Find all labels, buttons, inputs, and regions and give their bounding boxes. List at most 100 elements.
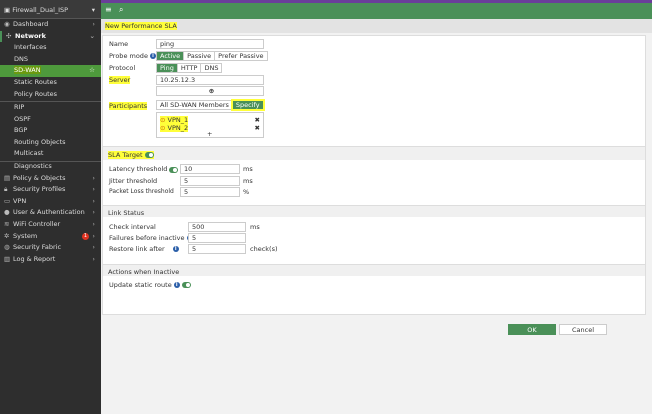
chevron-right-icon: › (92, 254, 95, 263)
probe-passive[interactable]: Passive (184, 52, 216, 60)
add-server-button[interactable]: ⊕ (156, 86, 264, 96)
restore-input[interactable]: 5 (188, 244, 246, 254)
jitter-label: Jitter threshold (109, 177, 158, 185)
server-label: Server (109, 76, 131, 84)
sidebar-item-multicast[interactable]: Multicast (0, 148, 101, 160)
members-list[interactable]: ⊙ VPN_1 ✖ ⊙ VPN_2 ✖ + (156, 112, 264, 138)
probe-active[interactable]: Active (157, 52, 185, 60)
sidebar-item-dashboard[interactable]: ◉ Dashboard › (0, 19, 101, 31)
sidebar-item-wifi[interactable]: ≋ WiFi Controller › (0, 219, 101, 231)
protocol-http[interactable]: HTTP (178, 64, 202, 72)
chart-icon: ▥ (4, 254, 11, 263)
chevron-right-icon: › (92, 196, 95, 205)
add-member-icon[interactable]: + (207, 130, 212, 138)
chevron-right-icon: › (92, 173, 95, 182)
restore-unit: check(s) (250, 245, 278, 253)
participants-all[interactable]: All SD-WAN Members (157, 101, 233, 109)
vpn-icon: ⊙ (160, 124, 168, 132)
chevron-right-icon: › (92, 185, 95, 194)
dropdown-icon: ▾ (91, 6, 95, 14)
info-icon: i (173, 282, 180, 288)
name-input[interactable]: ping (156, 39, 264, 49)
wifi-icon: ≋ (4, 220, 10, 228)
remove-icon[interactable]: ✖ (255, 116, 260, 124)
jitter-input[interactable]: 5 (180, 176, 240, 186)
device-icon: ▣ (4, 6, 13, 14)
sidebar-item-static-routes[interactable]: Static Routes (0, 77, 101, 89)
policy-icon: ▤ (4, 173, 11, 182)
sidebar-item-ospf[interactable]: OSPF (0, 114, 101, 126)
check-interval-label: Check interval (109, 223, 156, 231)
fabric-icon: ◍ (4, 243, 10, 252)
jitter-unit: ms (243, 177, 253, 185)
server-input[interactable]: 10.25.12.3 (156, 75, 264, 85)
sidebar-item-bgp[interactable]: BGP (0, 125, 101, 137)
latency-toggle[interactable] (169, 167, 178, 173)
cancel-button[interactable]: Cancel (559, 324, 607, 335)
update-static-route-label: Update static route i (109, 281, 191, 289)
sidebar-item-dns[interactable]: DNS (0, 54, 101, 66)
protocol-label: Protocol (109, 64, 136, 72)
notification-badge: 1 (82, 232, 89, 240)
packet-loss-label: Packet Loss threshold (109, 188, 174, 195)
restore-label: Restore link after i (109, 245, 179, 253)
probe-prefer-passive[interactable]: Prefer Passive (215, 52, 266, 60)
failures-input[interactable]: 5 (188, 233, 246, 243)
sidebar-item-diagnostics[interactable]: Diagnostics (0, 161, 101, 173)
page-title: New Performance SLA (105, 22, 177, 30)
chevron-right-icon: › (92, 243, 95, 252)
sidebar-item-interfaces[interactable]: Interfaces (0, 42, 101, 54)
sidebar-item-security-profiles[interactable]: 🔒︎ Security Profiles › (0, 184, 101, 196)
chevron-down-icon: ⌄ (89, 31, 95, 40)
device-selector[interactable]: ▣ Firewall_Dual_ISP ▾ (0, 0, 101, 19)
actions-section: Actions when Inactive (103, 264, 645, 276)
network-icon: ✣ (6, 31, 12, 40)
link-status-section: Link Status (103, 205, 645, 217)
sidebar-item-vpn[interactable]: ▭ VPN › (0, 196, 101, 208)
latency-label: Latency threshold (109, 165, 168, 173)
sidebar-item-sd-wan[interactable]: SD-WAN ☆ (0, 65, 101, 77)
sla-target-section: SLA Target (103, 146, 645, 160)
packet-loss-input[interactable]: 5 (180, 187, 240, 197)
update-static-route-toggle[interactable] (181, 282, 191, 288)
page-header: New Performance SLA (101, 19, 652, 33)
search-icon[interactable]: ⌕ (119, 5, 123, 15)
vpn-icon: ⊙ (160, 116, 168, 124)
top-bar: ≡ ⌕ (101, 3, 652, 19)
sidebar-item-system[interactable]: ✲ System 1 › (0, 231, 101, 243)
check-interval-unit: ms (250, 223, 260, 231)
name-label: Name (109, 40, 129, 48)
remove-icon[interactable]: ✖ (255, 124, 260, 132)
star-icon[interactable]: ☆ (89, 65, 95, 77)
sidebar-item-policy-routes[interactable]: Policy Routes (0, 89, 101, 101)
probe-mode-selector[interactable]: Active Passive Prefer Passive (156, 51, 268, 61)
info-icon: i (172, 246, 179, 252)
ok-button[interactable]: OK (508, 324, 556, 335)
sla-form: Name ping Probe mode i Active Passive Pref… (102, 35, 646, 315)
chevron-right-icon: › (92, 20, 95, 28)
sidebar-item-routing-objects[interactable]: Routing Objects (0, 137, 101, 149)
check-interval-input[interactable]: 500 (188, 222, 246, 232)
participants-specify[interactable]: Specify (230, 99, 265, 111)
sla-target-toggle[interactable] (144, 152, 154, 158)
sidebar-item-user-auth[interactable]: ● User & Authentication › (0, 207, 101, 219)
sidebar-item-rip[interactable]: RIP (0, 102, 101, 114)
sidebar-item-log-report[interactable]: ▥ Log & Report › (0, 254, 101, 266)
protocol-dns[interactable]: DNS (201, 64, 221, 72)
probe-mode-label: Probe mode i (109, 52, 157, 60)
laptop-icon: ▭ (4, 196, 11, 205)
latency-input[interactable]: 10 (180, 164, 240, 174)
sidebar-item-policy-objects[interactable]: ▤ Policy & Objects › (0, 173, 101, 185)
packet-loss-unit: % (243, 188, 250, 196)
failures-label: Failures before inactive i (109, 234, 193, 242)
sidebar-item-network[interactable]: ✣ Network ⌄ (0, 30, 101, 43)
sidebar-item-security-fabric[interactable]: ◍ Security Fabric › (0, 242, 101, 254)
dashboard-icon: ◉ (4, 20, 10, 28)
gear-icon: ✲ (4, 231, 10, 240)
participants-selector[interactable]: All SD-WAN Members Specify (156, 99, 265, 111)
protocol-selector[interactable]: Ping HTTP DNS (156, 63, 223, 73)
menu-icon[interactable]: ≡ (105, 5, 112, 14)
chevron-right-icon: › (92, 220, 95, 228)
protocol-ping[interactable]: Ping (157, 64, 178, 72)
plus-icon: ⊕ (208, 87, 215, 95)
